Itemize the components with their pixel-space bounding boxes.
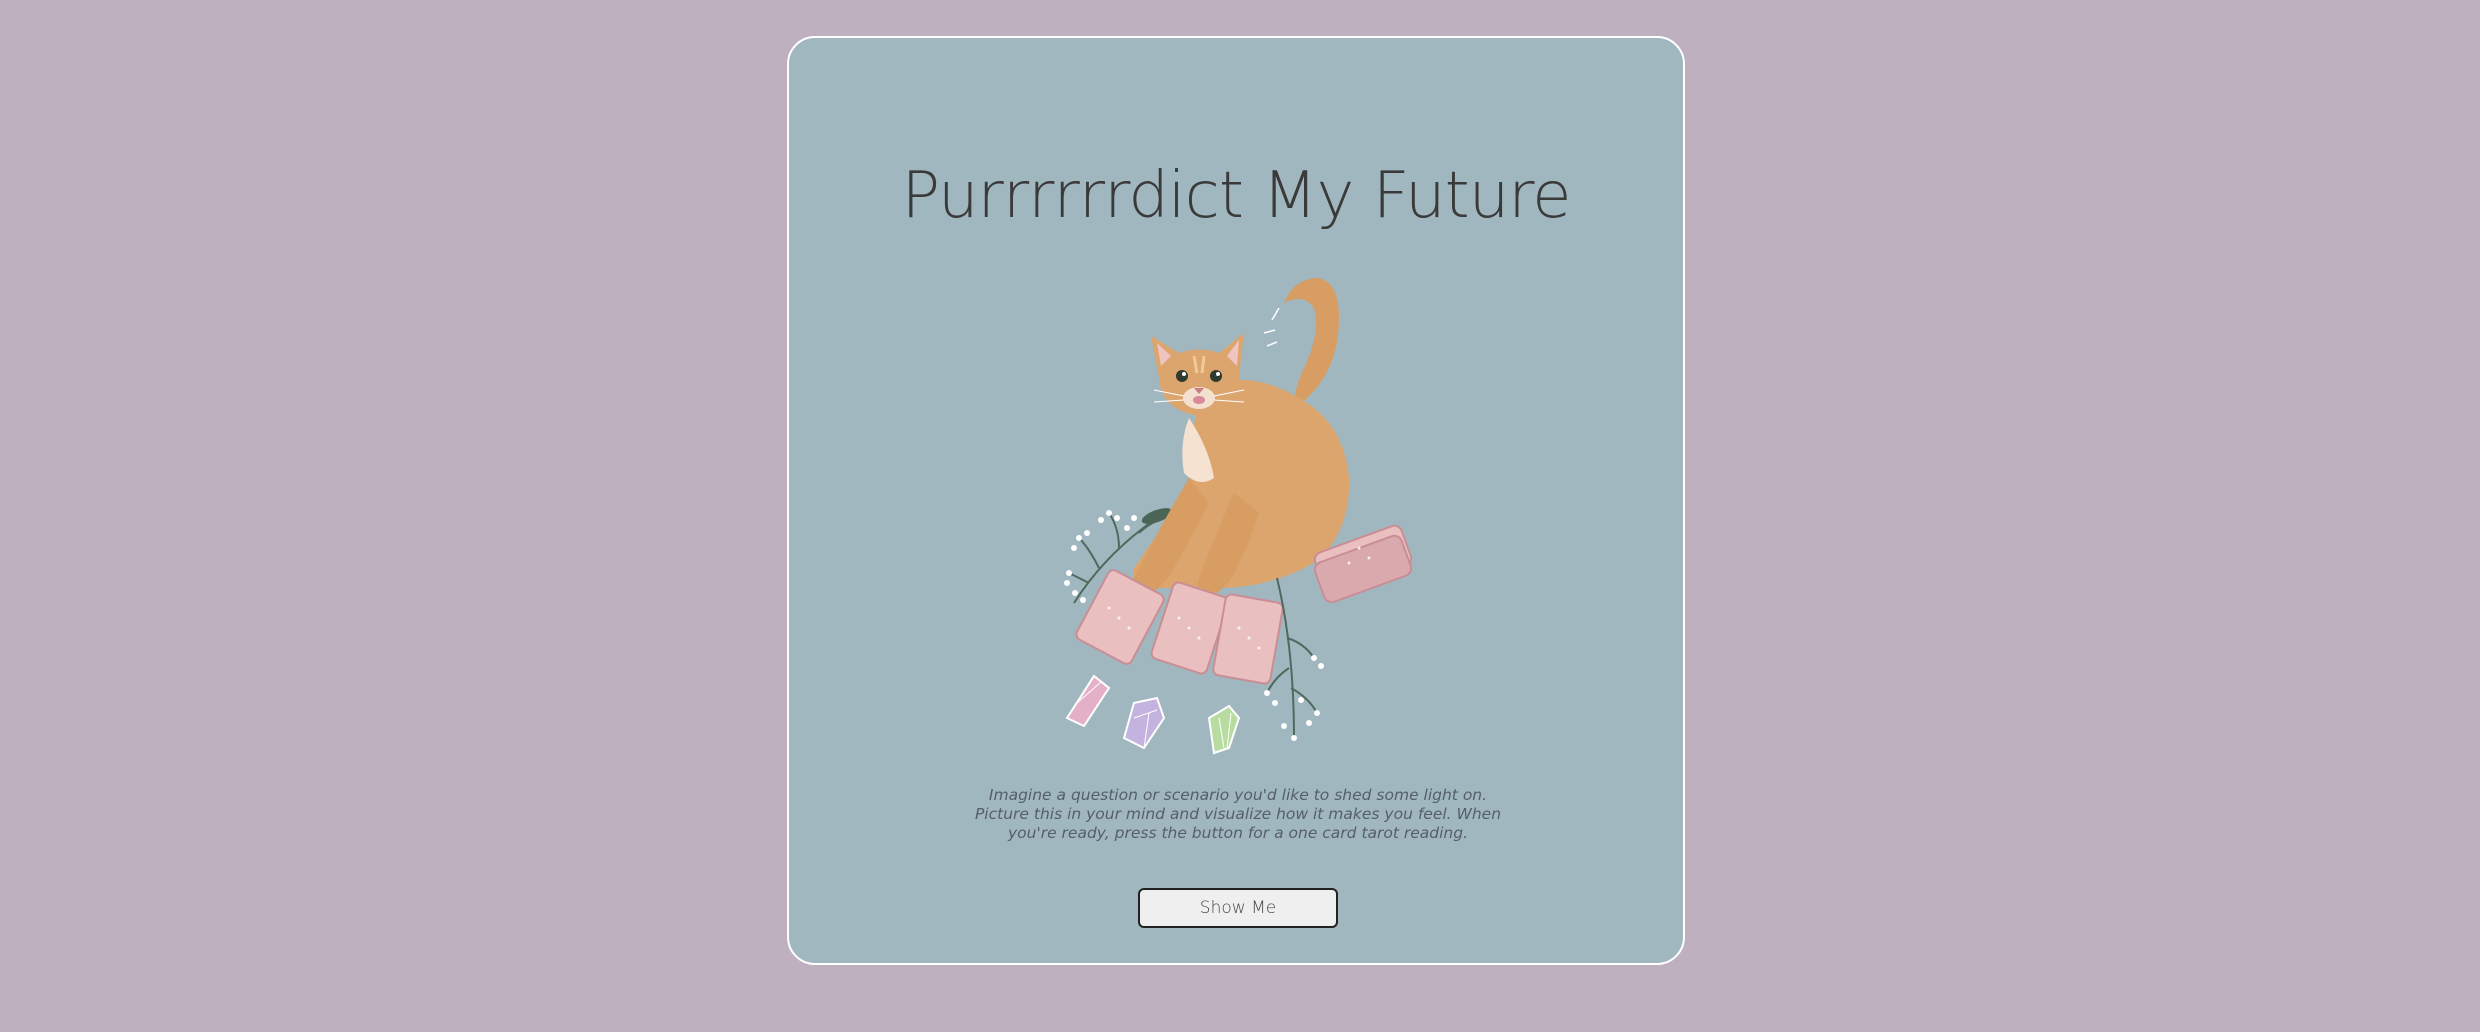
page-title: Purrrrrrdict My Future: [901, 159, 1571, 233]
crystal-pink-icon: [1065, 674, 1111, 728]
cat-eye-left: [1176, 370, 1188, 382]
main-card: Purrrrrrdict My Future Imagine a questio…: [787, 36, 1685, 965]
cat-eye-right: [1210, 370, 1222, 382]
cat-tarot-illustration: [1064, 278, 1413, 755]
crystal-green-icon: [1207, 704, 1241, 755]
crystal-lavender-icon: [1122, 696, 1166, 750]
instructions-text: Imagine a question or scenario you'd lik…: [974, 786, 1502, 842]
show-me-button[interactable]: Show Me: [1138, 888, 1338, 928]
twitch-marks: [1263, 307, 1280, 347]
cat-tail: [1284, 278, 1339, 408]
